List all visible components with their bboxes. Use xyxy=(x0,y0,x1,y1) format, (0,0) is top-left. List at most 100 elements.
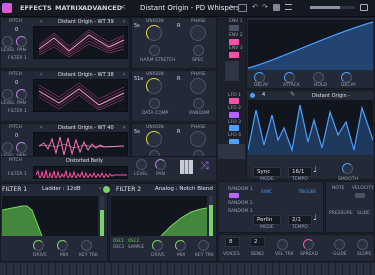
spread-knob[interactable] xyxy=(303,239,314,250)
osc2-unison-value[interactable]: 51s xyxy=(134,76,143,82)
osc2-random-knob[interactable] xyxy=(193,98,204,109)
osc3-wavetable-select[interactable]: Distant Origin - WT 40 xyxy=(58,125,114,131)
osc3-level-knob[interactable] xyxy=(2,142,13,153)
preset-name[interactable]: Distant Origin - PD Whispers xyxy=(140,4,240,12)
env3-tab[interactable]: ENV 3 xyxy=(229,46,243,51)
note-label[interactable]: NOTE xyxy=(332,186,345,191)
sample-level-knob[interactable] xyxy=(136,159,147,170)
preset-browser-icon[interactable] xyxy=(238,4,247,12)
env-decay-knob[interactable] xyxy=(341,72,352,83)
osc2-filter-route[interactable]: FILTER 1 xyxy=(8,109,27,114)
lfo-pencil-icon[interactable]: ✎ xyxy=(290,91,295,98)
osc2-unison-knob[interactable] xyxy=(146,78,162,94)
osc1-pan-knob[interactable] xyxy=(16,36,27,47)
osc2-wavetable-prev[interactable]: ‹ xyxy=(40,71,42,78)
lfo-display[interactable] xyxy=(248,100,373,155)
pressure-label[interactable]: PRESSURE xyxy=(329,211,353,216)
random2-tab[interactable]: RANDOM 2 xyxy=(228,201,253,206)
filter2-route-osc3[interactable]: OSC3 xyxy=(113,244,124,249)
lfo-step-value[interactable]: 4 xyxy=(262,92,265,98)
random-trigger-tab[interactable]: TRIGGER xyxy=(298,189,316,194)
filter2-keytrk-knob[interactable] xyxy=(198,240,209,251)
tab-effects[interactable]: EFFECTS xyxy=(20,3,52,14)
lfo-dot-icon[interactable] xyxy=(250,93,255,98)
filter1-mix-knob[interactable] xyxy=(57,240,68,251)
lfo-rate-select[interactable]: 16/1 xyxy=(288,167,312,177)
osc1-filter-route[interactable]: FILTER 1 xyxy=(8,56,27,61)
menu-icon[interactable] xyxy=(285,4,292,10)
osc1-spec-knob[interactable] xyxy=(193,45,204,56)
osc3-wavetable-next[interactable]: › xyxy=(123,124,125,131)
osc2-wavetable-display[interactable] xyxy=(33,79,128,112)
osc3-wavetable-prev[interactable]: ‹ xyxy=(40,124,42,131)
lfo-sync-select[interactable]: Sync xyxy=(253,167,281,177)
osc1-phase-knob[interactable] xyxy=(190,25,206,41)
filter1-type-next[interactable]: › xyxy=(99,185,101,192)
lfo2-tab[interactable]: LFO 2 xyxy=(228,106,241,111)
random-sync-tab[interactable]: SYNC xyxy=(261,189,272,194)
filter1-type-select[interactable]: Ladder : 12dB xyxy=(42,186,81,192)
filter2-route-osc1[interactable]: OSC1 xyxy=(113,238,124,243)
voices-select[interactable]: 8 xyxy=(225,237,240,247)
save-icon[interactable] xyxy=(273,4,280,11)
osc2-level-knob[interactable] xyxy=(2,89,13,100)
env-hold-knob[interactable] xyxy=(313,72,324,83)
osc3-phase-knob[interactable] xyxy=(190,131,206,147)
sample-name[interactable]: Distorted Belly xyxy=(66,158,103,164)
sample-filter-route[interactable]: FILTER 1 xyxy=(8,172,27,177)
osc2-wavetable-select[interactable]: Distant Origin - WT 38 xyxy=(58,72,114,78)
osc3-wavetable-display[interactable] xyxy=(33,132,128,158)
osc1-pitch-value[interactable]: 0 xyxy=(15,27,18,33)
osc2-pan-knob[interactable] xyxy=(16,89,27,100)
osc3-unison-knob[interactable] xyxy=(146,131,162,147)
filter2-type-select[interactable]: Analog : Notch Blend xyxy=(155,186,213,192)
glide-knob[interactable] xyxy=(334,239,345,250)
logo-icon[interactable] xyxy=(2,3,12,13)
osc1-unison-value[interactable]: 5s xyxy=(134,23,140,29)
osc1-unison-knob[interactable] xyxy=(146,25,162,41)
filter1-label[interactable]: FILTER 1 xyxy=(2,186,27,193)
veltrk-knob[interactable] xyxy=(277,239,288,250)
lfo-smooth-knob[interactable] xyxy=(342,163,353,174)
slope-knob[interactable] xyxy=(357,239,368,250)
slide-label[interactable]: SLIDE xyxy=(357,211,370,216)
random-rate-select[interactable]: 2/1 xyxy=(288,215,312,225)
osc1-level-knob[interactable] xyxy=(2,36,13,47)
filter2-drive-knob[interactable] xyxy=(152,240,163,251)
lfo4-tab[interactable]: LFO 4 xyxy=(228,133,241,138)
filter1-keytrk-knob[interactable] xyxy=(81,240,92,251)
osc1-wavetable-display[interactable] xyxy=(33,26,128,59)
sample-pan-knob[interactable] xyxy=(155,159,166,170)
tab-matrix[interactable]: MATRIX xyxy=(55,3,83,14)
osc1-harm-knob[interactable] xyxy=(149,45,160,56)
filter2-mix-knob[interactable] xyxy=(175,240,186,251)
osc2-datacomp-knob[interactable] xyxy=(149,98,160,109)
filter2-route-sample[interactable]: SAMPLE xyxy=(128,244,144,249)
osc2-wavetable-next[interactable]: › xyxy=(123,71,125,78)
osc1-phase-value[interactable]: R xyxy=(177,23,180,29)
random3-tab[interactable]: RANDOM 3 xyxy=(228,209,253,214)
osc1-wavetable-select[interactable]: Distant Origin - WT 39 xyxy=(58,19,114,25)
redo-icon[interactable]: ↷ xyxy=(262,3,268,11)
next-preset-button[interactable]: > xyxy=(229,3,235,11)
undo-icon[interactable]: ↶ xyxy=(252,3,258,11)
random1-tab[interactable]: RANDOM 1 xyxy=(228,187,253,192)
random-note-icon[interactable]: ♩ xyxy=(313,213,317,222)
osc1-wavetable-next[interactable]: › xyxy=(123,18,125,25)
filter1-response-display[interactable] xyxy=(2,196,98,236)
osc3-pitch-value[interactable]: 0 xyxy=(15,133,18,139)
keyboard-icon[interactable] xyxy=(180,160,193,174)
env1-tab[interactable]: ENV 1 xyxy=(229,19,243,24)
random-mode-select[interactable]: Perlin xyxy=(253,215,281,225)
prev-preset-button[interactable]: < xyxy=(120,3,126,11)
sample-waveform-display[interactable] xyxy=(33,166,128,179)
filter2-response-display[interactable] xyxy=(111,196,207,236)
tab-advanced[interactable]: ADVANCED xyxy=(82,3,122,14)
osc2-phase-knob[interactable] xyxy=(190,78,206,94)
shuffle-icon[interactable]: ⤨ xyxy=(200,159,209,173)
osc2-phase-value[interactable]: R xyxy=(177,76,180,82)
env-attack-knob[interactable] xyxy=(284,72,295,83)
osc1-wavetable-prev[interactable]: ‹ xyxy=(40,18,42,25)
env-delay-knob[interactable] xyxy=(254,72,265,83)
osc3-phase-value[interactable]: R xyxy=(177,129,180,135)
